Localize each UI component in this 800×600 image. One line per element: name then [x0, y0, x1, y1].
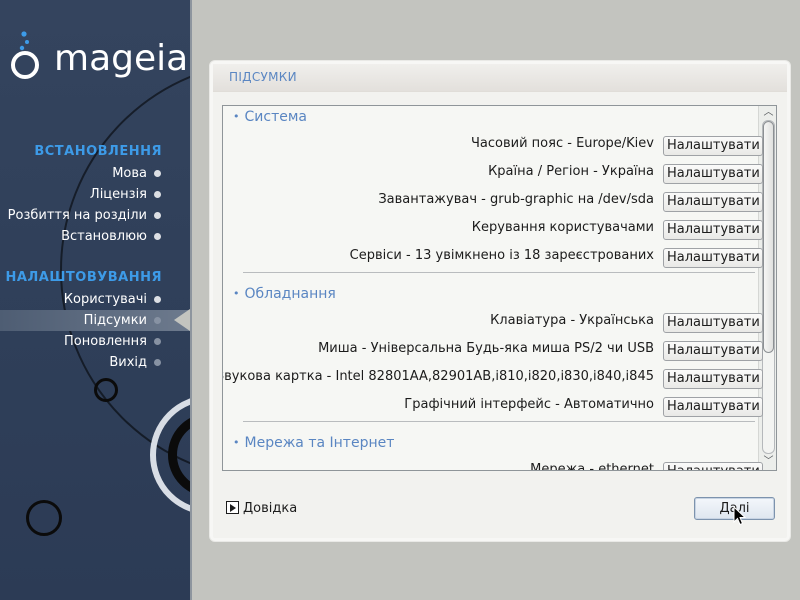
summary-panel: ПІДСУМКИ ︿ ﹀ • Система Часовий пояс - Euro… — [209, 60, 791, 542]
step-status-dot-icon — [154, 338, 161, 345]
summary-list: ︿ ﹀ • Система Часовий пояс - Europe/Kiev На… — [222, 105, 777, 471]
sidebar-step: Вихід — [0, 352, 190, 373]
summary-item-label: Завантажувач - grub-graphic на /dev/sda — [378, 192, 654, 207]
configure-button[interactable]: Налаштувати — [663, 397, 763, 417]
step-status-dot-icon — [154, 317, 161, 324]
sidebar-step: Мова — [0, 163, 190, 184]
step-status-dot-icon — [154, 359, 161, 366]
step-status-dot-icon — [154, 233, 161, 240]
sidebar-section-header: НАЛАШТОВУВАННЯ — [5, 270, 162, 285]
mouse-cursor-icon — [733, 506, 747, 526]
step-status-dot-icon — [154, 296, 161, 303]
scroll-track[interactable] — [762, 120, 775, 454]
configure-button[interactable]: Налаштувати — [663, 220, 763, 240]
scroll-up-icon[interactable]: ︿ — [762, 107, 775, 119]
mageia-logo-icon — [11, 31, 39, 79]
sidebar-step-label: Ліцензія — [89, 187, 147, 202]
summary-item-label: Країна / Регіон - Україна — [488, 164, 654, 179]
summary-item-label: Сервіси - 13 увімкнено із 18 зареєстрова… — [349, 248, 654, 263]
bullet-icon: • — [233, 110, 240, 123]
sidebar-step: Користувачі — [0, 289, 190, 310]
step-status-dot-icon — [154, 191, 161, 198]
configure-button[interactable]: Налаштувати — [663, 192, 763, 212]
summary-group-title: • Мережа та Інтернет — [233, 435, 394, 451]
configure-button[interactable]: Налаштувати — [663, 313, 763, 333]
sidebar-step-label: Встановлюю — [61, 229, 147, 244]
help-label: Довідка — [243, 501, 298, 516]
mageia-logo: mageia — [8, 28, 188, 88]
group-divider — [243, 272, 755, 273]
sidebar-step: Підсумки — [0, 310, 190, 331]
configure-button[interactable]: Налаштувати — [663, 462, 763, 470]
summary-item-label: Миша - Універсальна Будь-яка миша PS/2 ч… — [318, 341, 654, 356]
summary-item-label: Клавіатура - Українська — [490, 313, 654, 328]
group-divider — [243, 421, 755, 422]
summary-group-label: Обладнання — [244, 286, 336, 302]
summary-group-title: • Обладнання — [233, 286, 336, 302]
scroll-thumb[interactable] — [763, 121, 774, 353]
panel-header: ПІДСУМКИ — [213, 64, 787, 92]
expand-arrow-icon — [226, 501, 239, 514]
configure-button[interactable]: Налаштувати — [663, 248, 763, 268]
decorative-ring — [26, 500, 62, 536]
summary-group-label: Мережа та Інтернет — [244, 435, 395, 451]
decorative-ring — [94, 378, 118, 402]
sidebar-step: Поновлення — [0, 331, 190, 352]
sidebar-step-label: Вихід — [109, 355, 147, 370]
sidebar-step-label: Поновлення — [64, 334, 147, 349]
page-title: ПІДСУМКИ — [229, 70, 297, 84]
configure-button[interactable]: Налаштувати — [663, 136, 763, 156]
step-status-dot-icon — [154, 170, 161, 177]
sidebar-step-label: Мова — [112, 166, 147, 181]
summary-item-label: Мережа - ethernet — [530, 462, 654, 471]
sidebar-step-label: Користувачі — [63, 292, 147, 307]
help-toggle[interactable]: Довідка — [226, 501, 297, 519]
summary-item-label: Керування користувачами — [471, 220, 654, 235]
bullet-icon: • — [233, 287, 240, 300]
sidebar-step: Розбиття на розділи — [0, 205, 190, 226]
sidebar-step-label: Розбиття на розділи — [7, 208, 147, 223]
configure-button[interactable]: Налаштувати — [663, 164, 763, 184]
mageia-logo-text: mageia — [54, 38, 189, 79]
sidebar-step: Встановлюю — [0, 226, 190, 247]
sidebar-step: Ліцензія — [0, 184, 190, 205]
summary-group-label: Система — [244, 109, 307, 125]
step-status-dot-icon — [154, 212, 161, 219]
sidebar-step-label: Підсумки — [83, 313, 147, 328]
bullet-icon: • — [233, 436, 240, 449]
summary-item-label: Звукова картка - Intel 82801AA,82901AB,i… — [222, 369, 654, 384]
summary-group-title: • Система — [233, 109, 307, 125]
summary-item-label: Часовий пояс - Europe/Kiev — [471, 136, 654, 151]
configure-button[interactable]: Налаштувати — [663, 369, 763, 389]
active-step-pointer — [174, 309, 190, 331]
sidebar: mageia ВСТАНОВЛЕННЯ Мова Ліцензія Розбиття … — [0, 0, 190, 600]
summary-item-label: Графічний інтерфейс - Автоматично — [404, 397, 654, 412]
scroll-down-icon[interactable]: ﹀ — [762, 456, 775, 468]
sidebar-edge — [190, 0, 192, 600]
sidebar-section-header: ВСТАНОВЛЕННЯ — [34, 144, 162, 159]
configure-button[interactable]: Налаштувати — [663, 341, 763, 361]
